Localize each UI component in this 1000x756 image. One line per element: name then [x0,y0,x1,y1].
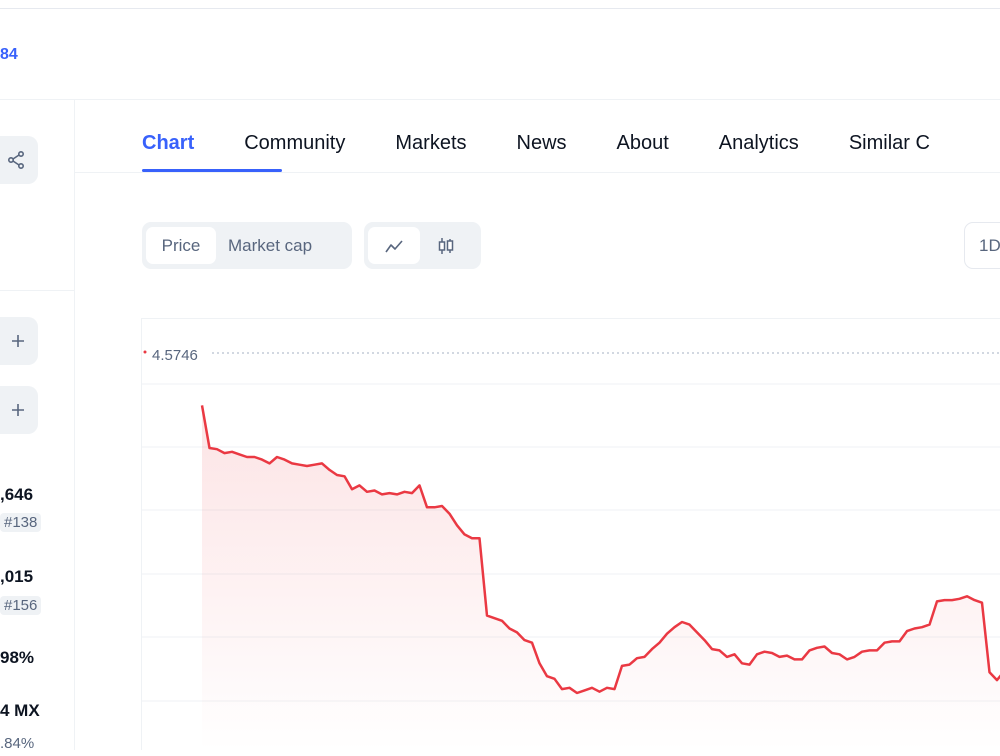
top-divider [0,8,1000,9]
price-chart-svg: 4.5746 [142,347,1000,751]
line-chart-icon [385,239,403,252]
add-button-1[interactable] [0,317,38,365]
candlestick-icon [438,237,454,254]
header-link[interactable]: 84 [0,46,18,64]
stat-value-4: 4 MX [0,701,40,720]
high-price-marker [143,350,147,354]
candlestick-option[interactable] [420,227,472,264]
stat-value-2: ,015 [0,567,34,586]
high-price-label: 4.5746 [152,347,198,364]
sidebar-separator [0,290,74,291]
line-chart-option[interactable] [368,227,420,264]
stat-value-1: ,646 [0,485,34,504]
market-cap-option[interactable]: Market cap [216,227,324,264]
add-button-2[interactable] [0,386,38,434]
chart-type-toggle: Price Market cap [142,222,352,269]
tab-similar[interactable]: Similar C [849,124,930,169]
plus-icon [12,404,24,416]
tabs-divider [75,172,1000,173]
price-option[interactable]: Price [146,227,216,264]
chart-style-toggle [364,222,481,269]
share-button[interactable] [0,136,38,184]
share-icon [7,150,25,170]
stat-value-3: 98% [0,648,35,667]
tab-analytics[interactable]: Analytics [719,124,799,169]
time-range-button[interactable]: 1D [964,222,1000,269]
tab-markets[interactable]: Markets [395,124,466,169]
stat-rank-2: #156 [0,596,42,615]
tab-community[interactable]: Community [244,124,345,169]
price-area [202,405,1000,751]
plus-icon [12,335,24,347]
price-chart[interactable]: 4.5746 [141,318,1000,751]
section-tabs: Chart Community Markets News About Analy… [142,124,980,169]
stat-rank-1: #138 [0,513,42,532]
tab-about[interactable]: About [617,124,669,169]
header-divider [0,99,1000,100]
stat-sub-4: .84% [0,735,35,752]
tab-news[interactable]: News [517,124,567,169]
sidebar-border [74,100,75,750]
tab-chart[interactable]: Chart [142,124,194,169]
